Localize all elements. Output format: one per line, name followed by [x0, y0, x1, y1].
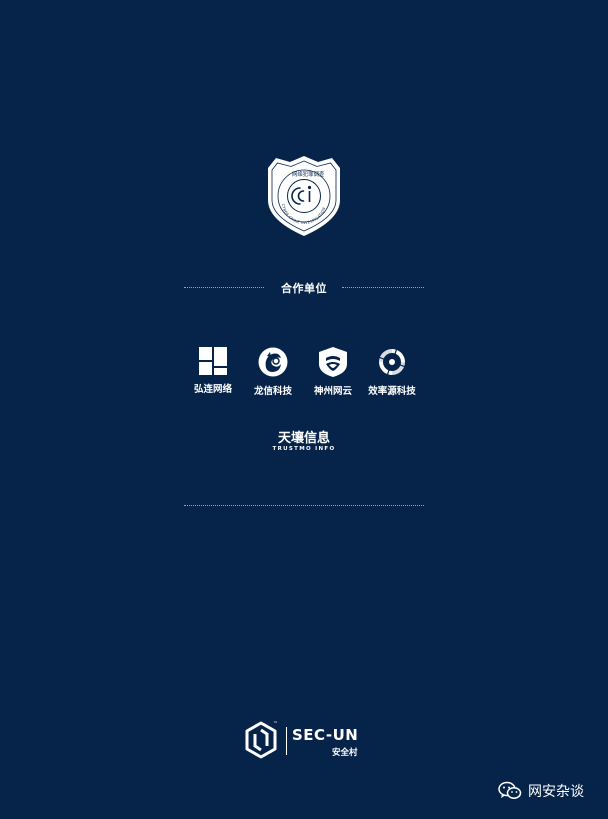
sec-un-divider [286, 727, 287, 755]
tianrang-logo-cn: 天壤信息 [277, 431, 330, 446]
tianrang-logo: 天壤信息 TRUSTMO INFO [260, 432, 348, 453]
sec-un-name: SEC-UN [292, 726, 359, 744]
dotted-rule-right [342, 287, 424, 288]
partners-title: 合作单位 [281, 282, 327, 295]
sec-un-logo: ™ SEC-UN 安全村 [244, 719, 368, 763]
trademark-symbol: ™ [273, 721, 278, 727]
wechat-icon [498, 781, 522, 799]
badge-arc-cn: 网络犯罪调查 [292, 170, 325, 178]
watermark-text: 网安杂谈 [528, 784, 584, 800]
long-xin-logo-icon [258, 347, 288, 377]
dotted-rule-bottom [184, 505, 424, 506]
shield-badge-icon: 网络犯罪调查 CYBER CRIME INVESTIGATION [268, 156, 340, 236]
cci-badge-logo: 网络犯罪调查 CYBER CRIME INVESTIGATION [266, 154, 342, 238]
partner-label: 效率源科技 [368, 386, 416, 397]
hong-lian-logo-icon [199, 347, 227, 375]
sec-un-hexagon-icon [245, 721, 277, 759]
shen-zhou-logo-icon [319, 347, 347, 377]
partner-xiao-lv-yuan: 效率源科技 [352, 346, 432, 397]
sec-un-subtitle: 安全村 [332, 748, 358, 758]
wechat-watermark: 网安杂谈 [498, 780, 584, 802]
dotted-rule-left [184, 287, 264, 288]
xiao-lv-yuan-logo-icon [378, 348, 406, 376]
tianrang-logo-en: TRUSTMO INFO [272, 446, 336, 452]
